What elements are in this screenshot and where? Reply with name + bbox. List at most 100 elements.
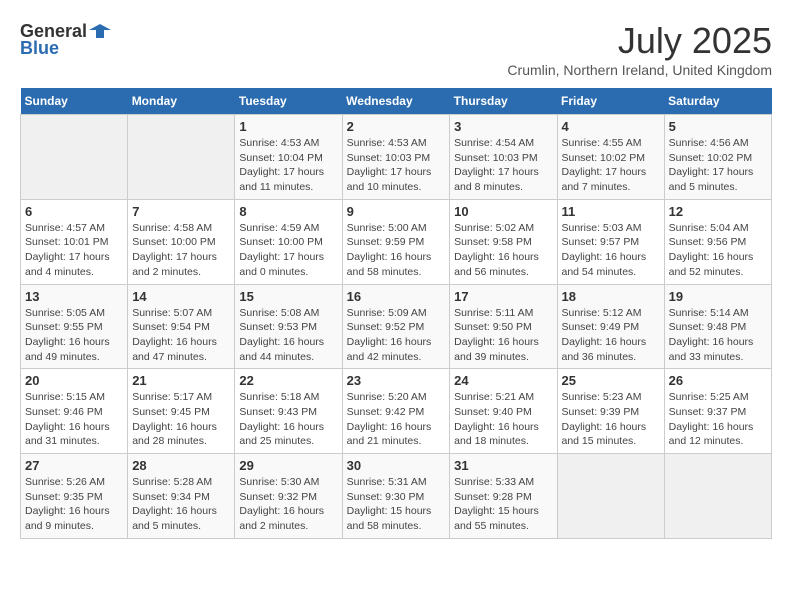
calendar-cell: [557, 454, 664, 539]
title-block: July 2025 Crumlin, Northern Ireland, Uni…: [507, 20, 772, 78]
day-number: 2: [347, 119, 446, 134]
day-info: Sunrise: 4:53 AMSunset: 10:04 PMDaylight…: [239, 136, 337, 195]
day-info: Sunrise: 5:26 AMSunset: 9:35 PMDaylight:…: [25, 475, 123, 534]
calendar-cell: [664, 454, 771, 539]
day-number: 23: [347, 373, 446, 388]
day-number: 10: [454, 204, 552, 219]
calendar-cell: 18 Sunrise: 5:12 AMSunset: 9:49 PMDayligh…: [557, 284, 664, 369]
calendar-week-row: 27 Sunrise: 5:26 AMSunset: 9:35 PMDayligh…: [21, 454, 772, 539]
calendar-cell: 13 Sunrise: 5:05 AMSunset: 9:55 PMDayligh…: [21, 284, 128, 369]
calendar-week-row: 13 Sunrise: 5:05 AMSunset: 9:55 PMDayligh…: [21, 284, 772, 369]
month-year-title: July 2025: [507, 20, 772, 62]
day-info: Sunrise: 5:09 AMSunset: 9:52 PMDaylight:…: [347, 306, 446, 365]
logo-bird-icon: [89, 20, 111, 42]
day-info: Sunrise: 5:23 AMSunset: 9:39 PMDaylight:…: [562, 390, 660, 449]
calendar-cell: 17 Sunrise: 5:11 AMSunset: 9:50 PMDayligh…: [450, 284, 557, 369]
col-thursday: Thursday: [450, 88, 557, 115]
calendar-cell: [128, 115, 235, 200]
calendar-cell: 16 Sunrise: 5:09 AMSunset: 9:52 PMDayligh…: [342, 284, 450, 369]
day-info: Sunrise: 5:05 AMSunset: 9:55 PMDaylight:…: [25, 306, 123, 365]
day-number: 28: [132, 458, 230, 473]
calendar-cell: 29 Sunrise: 5:30 AMSunset: 9:32 PMDayligh…: [235, 454, 342, 539]
day-number: 15: [239, 289, 337, 304]
calendar-week-row: 20Sunrise: 5:15 AMSunset: 9:46 PMDayligh…: [21, 369, 772, 454]
col-friday: Friday: [557, 88, 664, 115]
calendar-cell: 5 Sunrise: 4:56 AMSunset: 10:02 PMDayligh…: [664, 115, 771, 200]
day-info: Sunrise: 5:03 AMSunset: 9:57 PMDaylight:…: [562, 221, 660, 280]
calendar-header-row: Sunday Monday Tuesday Wednesday Thursday…: [21, 88, 772, 115]
day-info: Sunrise: 5:28 AMSunset: 9:34 PMDaylight:…: [132, 475, 230, 534]
day-number: 12: [669, 204, 767, 219]
location-subtitle: Crumlin, Northern Ireland, United Kingdo…: [507, 62, 772, 78]
calendar-cell: 31Sunrise: 5:33 AMSunset: 9:28 PMDayligh…: [450, 454, 557, 539]
day-number: 14: [132, 289, 230, 304]
day-number: 21: [132, 373, 230, 388]
calendar-cell: 3 Sunrise: 4:54 AMSunset: 10:03 PMDayligh…: [450, 115, 557, 200]
calendar-cell: [21, 115, 128, 200]
day-number: 8: [239, 204, 337, 219]
day-info: Sunrise: 5:31 AMSunset: 9:30 PMDaylight:…: [347, 475, 446, 534]
day-info: Sunrise: 4:56 AMSunset: 10:02 PMDaylight…: [669, 136, 767, 195]
day-info: Sunrise: 5:08 AMSunset: 9:53 PMDaylight:…: [239, 306, 337, 365]
calendar-cell: 14Sunrise: 5:07 AMSunset: 9:54 PMDayligh…: [128, 284, 235, 369]
day-number: 16: [347, 289, 446, 304]
col-saturday: Saturday: [664, 88, 771, 115]
calendar-cell: 15 Sunrise: 5:08 AMSunset: 9:53 PMDayligh…: [235, 284, 342, 369]
day-number: 27: [25, 458, 123, 473]
day-number: 6: [25, 204, 123, 219]
day-number: 18: [562, 289, 660, 304]
calendar-week-row: 1Sunrise: 4:53 AMSunset: 10:04 PMDayligh…: [21, 115, 772, 200]
day-number: 9: [347, 204, 446, 219]
day-info: Sunrise: 5:12 AMSunset: 9:49 PMDaylight:…: [562, 306, 660, 365]
day-info: Sunrise: 4:53 AMSunset: 10:03 PMDaylight…: [347, 136, 446, 195]
calendar-week-row: 6 Sunrise: 4:57 AMSunset: 10:01 PMDayligh…: [21, 199, 772, 284]
day-info: Sunrise: 4:59 AMSunset: 10:00 PMDaylight…: [239, 221, 337, 280]
calendar-cell: 20Sunrise: 5:15 AMSunset: 9:46 PMDayligh…: [21, 369, 128, 454]
day-info: Sunrise: 5:30 AMSunset: 9:32 PMDaylight:…: [239, 475, 337, 534]
calendar-cell: 28 Sunrise: 5:28 AMSunset: 9:34 PMDayligh…: [128, 454, 235, 539]
page-header: General Blue July 2025 Crumlin, Northern…: [20, 20, 772, 78]
calendar-cell: 21 Sunrise: 5:17 AMSunset: 9:45 PMDayligh…: [128, 369, 235, 454]
calendar-cell: 1Sunrise: 4:53 AMSunset: 10:04 PMDayligh…: [235, 115, 342, 200]
calendar-cell: 12Sunrise: 5:04 AMSunset: 9:56 PMDayligh…: [664, 199, 771, 284]
calendar-cell: 9Sunrise: 5:00 AMSunset: 9:59 PMDaylight…: [342, 199, 450, 284]
day-number: 29: [239, 458, 337, 473]
day-number: 30: [347, 458, 446, 473]
day-info: Sunrise: 5:15 AMSunset: 9:46 PMDaylight:…: [25, 390, 123, 449]
day-info: Sunrise: 4:58 AMSunset: 10:00 PMDaylight…: [132, 221, 230, 280]
calendar-cell: 6 Sunrise: 4:57 AMSunset: 10:01 PMDayligh…: [21, 199, 128, 284]
col-wednesday: Wednesday: [342, 88, 450, 115]
col-tuesday: Tuesday: [235, 88, 342, 115]
day-info: Sunrise: 5:14 AMSunset: 9:48 PMDaylight:…: [669, 306, 767, 365]
day-number: 13: [25, 289, 123, 304]
day-info: Sunrise: 4:55 AMSunset: 10:02 PMDaylight…: [562, 136, 660, 195]
logo: General Blue: [20, 20, 111, 59]
col-monday: Monday: [128, 88, 235, 115]
day-info: Sunrise: 5:20 AMSunset: 9:42 PMDaylight:…: [347, 390, 446, 449]
logo-blue-text: Blue: [20, 38, 59, 59]
calendar-cell: 22 Sunrise: 5:18 AMSunset: 9:43 PMDayligh…: [235, 369, 342, 454]
day-info: Sunrise: 5:18 AMSunset: 9:43 PMDaylight:…: [239, 390, 337, 449]
calendar-table: Sunday Monday Tuesday Wednesday Thursday…: [20, 88, 772, 539]
day-number: 4: [562, 119, 660, 134]
calendar-cell: 7Sunrise: 4:58 AMSunset: 10:00 PMDayligh…: [128, 199, 235, 284]
calendar-cell: 2 Sunrise: 4:53 AMSunset: 10:03 PMDayligh…: [342, 115, 450, 200]
day-info: Sunrise: 4:54 AMSunset: 10:03 PMDaylight…: [454, 136, 552, 195]
day-info: Sunrise: 4:57 AMSunset: 10:01 PMDaylight…: [25, 221, 123, 280]
calendar-cell: 11Sunrise: 5:03 AMSunset: 9:57 PMDayligh…: [557, 199, 664, 284]
calendar-cell: 26Sunrise: 5:25 AMSunset: 9:37 PMDayligh…: [664, 369, 771, 454]
day-info: Sunrise: 5:33 AMSunset: 9:28 PMDaylight:…: [454, 475, 552, 534]
day-number: 5: [669, 119, 767, 134]
day-number: 22: [239, 373, 337, 388]
day-info: Sunrise: 5:11 AMSunset: 9:50 PMDaylight:…: [454, 306, 552, 365]
calendar-cell: 25 Sunrise: 5:23 AMSunset: 9:39 PMDayligh…: [557, 369, 664, 454]
calendar-cell: 24Sunrise: 5:21 AMSunset: 9:40 PMDayligh…: [450, 369, 557, 454]
calendar-cell: 27 Sunrise: 5:26 AMSunset: 9:35 PMDayligh…: [21, 454, 128, 539]
day-info: Sunrise: 5:25 AMSunset: 9:37 PMDaylight:…: [669, 390, 767, 449]
day-number: 25: [562, 373, 660, 388]
day-info: Sunrise: 5:17 AMSunset: 9:45 PMDaylight:…: [132, 390, 230, 449]
day-number: 17: [454, 289, 552, 304]
day-number: 3: [454, 119, 552, 134]
calendar-cell: 8 Sunrise: 4:59 AMSunset: 10:00 PMDayligh…: [235, 199, 342, 284]
calendar-cell: 19Sunrise: 5:14 AMSunset: 9:48 PMDayligh…: [664, 284, 771, 369]
